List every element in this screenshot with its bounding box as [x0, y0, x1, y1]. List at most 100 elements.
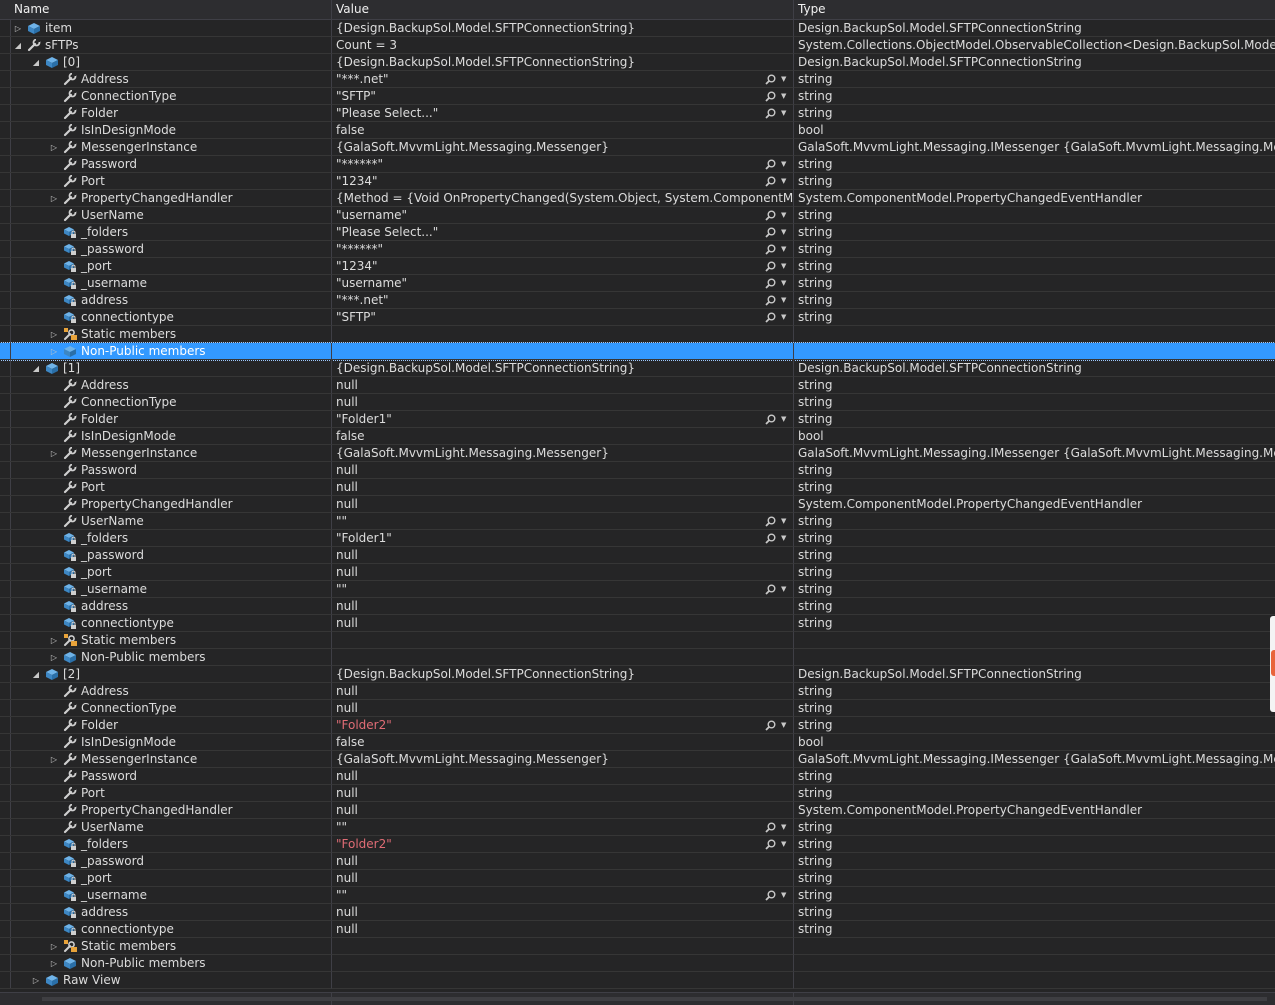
tree-row[interactable]: ▷ Non-Public members: [0, 342, 1275, 361]
value-cell[interactable]: {Design.BackupSol.Model.SFTPConnectionSt…: [331, 20, 793, 37]
tree-row[interactable]: ▷ Non-Public members: [0, 649, 1275, 666]
tree-row[interactable]: ▷ MessengerInstance {GalaSoft.MvvmLight.Me…: [0, 751, 1275, 768]
tree-row[interactable]: connectiontype "SFTP" ▼ string: [0, 309, 1275, 326]
tree-row[interactable]: Address null string: [0, 377, 1275, 394]
value-cell[interactable]: "Folder1" ▼: [331, 530, 793, 547]
visualizer-magnifier-icon[interactable]: ▼: [765, 581, 789, 597]
visualizer-magnifier-icon[interactable]: ▼: [765, 207, 789, 223]
tree-row[interactable]: _password null string: [0, 547, 1275, 564]
visualizer-magnifier-icon[interactable]: ▼: [765, 105, 789, 121]
value-cell[interactable]: "Please Select..." ▼: [331, 105, 793, 122]
value-cell[interactable]: null: [331, 547, 793, 564]
visualizer-magnifier-icon[interactable]: ▼: [765, 717, 789, 733]
value-cell[interactable]: {Design.BackupSol.Model.SFTPConnectionSt…: [331, 54, 793, 71]
value-cell[interactable]: null: [331, 394, 793, 411]
value-cell[interactable]: null: [331, 785, 793, 802]
horizontal-scrollbar[interactable]: [0, 992, 1275, 1005]
tree-row[interactable]: UserName "" ▼ string: [0, 513, 1275, 530]
value-cell[interactable]: {Design.BackupSol.Model.SFTPConnectionSt…: [331, 360, 793, 377]
value-cell[interactable]: "username" ▼: [331, 207, 793, 224]
value-cell[interactable]: null: [331, 768, 793, 785]
collapse-arrow-icon[interactable]: ◢: [30, 360, 42, 376]
value-cell[interactable]: "" ▼: [331, 819, 793, 836]
value-cell[interactable]: "Folder2" ▼: [331, 717, 793, 734]
value-cell[interactable]: [331, 972, 793, 989]
value-cell[interactable]: {GalaSoft.MvvmLight.Messaging.Messenger}: [331, 751, 793, 768]
column-header-type[interactable]: Type: [793, 0, 1275, 19]
tree-row[interactable]: ▷ Raw View: [0, 972, 1275, 989]
value-cell[interactable]: "******" ▼: [331, 156, 793, 173]
tree-row[interactable]: ▷ Static members: [0, 938, 1275, 955]
value-cell[interactable]: Count = 3: [331, 37, 793, 54]
value-cell[interactable]: null: [331, 598, 793, 615]
collapse-arrow-icon[interactable]: ◢: [12, 37, 24, 53]
expand-arrow-icon[interactable]: ▷: [48, 955, 60, 971]
tree-row[interactable]: UserName "" ▼ string: [0, 819, 1275, 836]
tree-row[interactable]: Port "1234" ▼ string: [0, 173, 1275, 190]
value-cell[interactable]: "" ▼: [331, 887, 793, 904]
expand-arrow-icon[interactable]: ▷: [48, 326, 60, 342]
value-cell[interactable]: null: [331, 615, 793, 632]
expand-arrow-icon[interactable]: ▷: [48, 632, 60, 648]
scrollbar-thumb[interactable]: [42, 997, 1267, 1001]
tree-row[interactable]: address null string: [0, 598, 1275, 615]
value-cell[interactable]: null: [331, 564, 793, 581]
value-cell[interactable]: null: [331, 921, 793, 938]
value-cell[interactable]: "1234" ▼: [331, 258, 793, 275]
tree-row[interactable]: ▷ Static members: [0, 326, 1275, 343]
tree-row[interactable]: ▷ MessengerInstance {GalaSoft.MvvmLight.Me…: [0, 445, 1275, 462]
tree-row[interactable]: ▷ Non-Public members: [0, 955, 1275, 972]
value-cell[interactable]: "Folder2" ▼: [331, 836, 793, 853]
value-cell[interactable]: "" ▼: [331, 581, 793, 598]
value-cell[interactable]: "******" ▼: [331, 241, 793, 258]
tree-row[interactable]: ◢ sFTPs Count = 3 System.Collections.Object…: [0, 37, 1275, 54]
column-header-value[interactable]: Value: [331, 0, 793, 19]
value-cell[interactable]: [331, 649, 793, 666]
value-cell[interactable]: false: [331, 734, 793, 751]
value-cell[interactable]: null: [331, 496, 793, 513]
tree-row[interactable]: Folder "Folder2" ▼ string: [0, 717, 1275, 734]
tree-row[interactable]: IsInDesignMode false bool: [0, 428, 1275, 445]
tree-row[interactable]: connectiontype null string: [0, 615, 1275, 632]
value-cell[interactable]: null: [331, 853, 793, 870]
tree-row[interactable]: address "***.net" ▼ string: [0, 292, 1275, 309]
value-cell[interactable]: null: [331, 479, 793, 496]
value-cell[interactable]: {GalaSoft.MvvmLight.Messaging.Messenger}: [331, 139, 793, 156]
value-cell[interactable]: "username" ▼: [331, 275, 793, 292]
value-cell[interactable]: "Folder1" ▼: [331, 411, 793, 428]
tree-row[interactable]: connectiontype null string: [0, 921, 1275, 938]
value-cell[interactable]: false: [331, 428, 793, 445]
tree-row[interactable]: _username "username" ▼ string: [0, 275, 1275, 292]
side-panel-tab[interactable]: [1270, 616, 1275, 712]
value-cell[interactable]: false: [331, 122, 793, 139]
value-cell[interactable]: null: [331, 462, 793, 479]
expand-arrow-icon[interactable]: ▷: [48, 938, 60, 954]
value-cell[interactable]: [331, 955, 793, 972]
value-cell[interactable]: null: [331, 904, 793, 921]
tree-row[interactable]: address null string: [0, 904, 1275, 921]
tree-row[interactable]: _folders "Please Select..." ▼ string: [0, 224, 1275, 241]
tree-row[interactable]: Address "***.net" ▼ string: [0, 71, 1275, 88]
value-cell[interactable]: {Design.BackupSol.Model.SFTPConnectionSt…: [331, 666, 793, 683]
value-cell[interactable]: null: [331, 870, 793, 887]
expand-arrow-icon[interactable]: ▷: [48, 343, 60, 359]
visualizer-magnifier-icon[interactable]: ▼: [765, 292, 789, 308]
tree-row[interactable]: PropertyChangedHandler null System.Compone…: [0, 496, 1275, 513]
expand-arrow-icon[interactable]: ▷: [48, 139, 60, 155]
tree-row[interactable]: ConnectionType "SFTP" ▼ string: [0, 88, 1275, 105]
visualizer-magnifier-icon[interactable]: ▼: [765, 887, 789, 903]
value-cell[interactable]: [331, 632, 793, 649]
tree-row[interactable]: _port "1234" ▼ string: [0, 258, 1275, 275]
visualizer-magnifier-icon[interactable]: ▼: [765, 309, 789, 325]
visualizer-magnifier-icon[interactable]: ▼: [765, 173, 789, 189]
visualizer-magnifier-icon[interactable]: ▼: [765, 530, 789, 546]
tree-row[interactable]: ConnectionType null string: [0, 700, 1275, 717]
visualizer-magnifier-icon[interactable]: ▼: [765, 258, 789, 274]
expand-arrow-icon[interactable]: ▷: [12, 20, 24, 36]
value-cell[interactable]: "Please Select..." ▼: [331, 224, 793, 241]
tree-row[interactable]: _folders "Folder2" ▼ string: [0, 836, 1275, 853]
tree-row[interactable]: _username "" ▼ string: [0, 887, 1275, 904]
collapse-arrow-icon[interactable]: ◢: [30, 54, 42, 70]
value-cell[interactable]: [331, 938, 793, 955]
expand-arrow-icon[interactable]: ▷: [48, 649, 60, 665]
